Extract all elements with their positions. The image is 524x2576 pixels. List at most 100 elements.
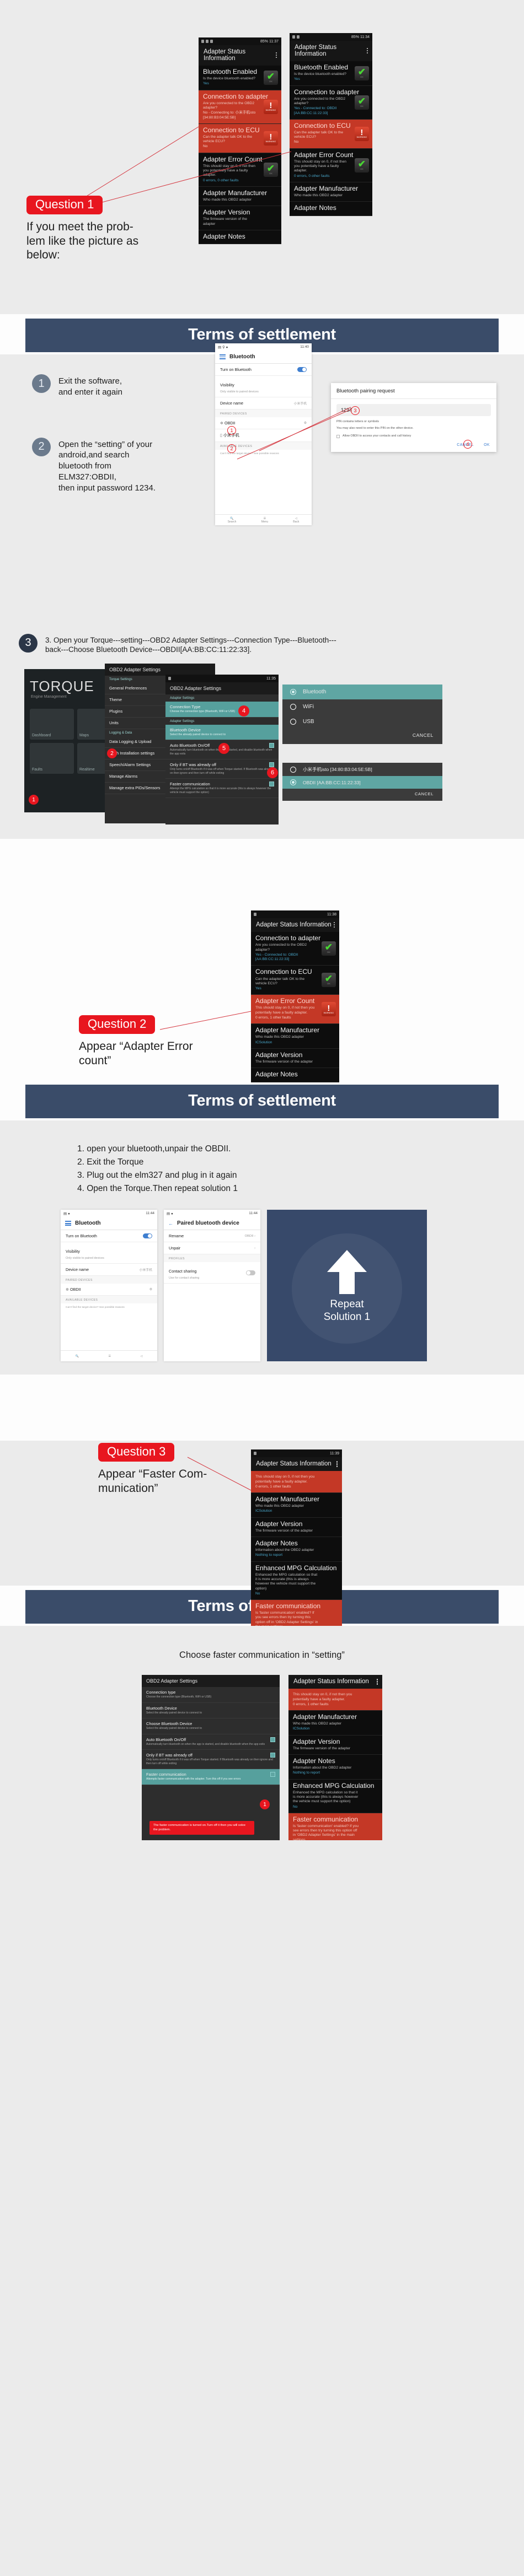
page-title: Adapter Status Information (256, 1461, 331, 1468)
settings-row-faster-comm[interactable]: Faster communication Attempt the MPG cal… (165, 779, 279, 799)
row-value: ICSolution (255, 1040, 272, 1044)
visibility-row[interactable]: Visibility Only visible to paired device… (215, 376, 312, 397)
status-row[interactable]: Adapter Version The firmware version of … (251, 1517, 342, 1538)
nav-menu[interactable]: ☰ Menu (261, 517, 269, 524)
checkbox-icon[interactable] (269, 762, 274, 768)
status-row[interactable]: Enhanced MPG Calculation Enhanced the MP… (288, 1779, 382, 1813)
status-row[interactable]: Connection to adapter Are you connected … (290, 85, 372, 120)
option-phone-device[interactable]: 小米手机isto [34:80:B3:04:5E:5B] (282, 763, 442, 776)
status-row[interactable]: Connection to adapter Are you connected … (251, 932, 339, 966)
status-row[interactable]: Adapter Notes (199, 230, 281, 245)
pin-input[interactable]: 1234 (336, 404, 491, 416)
bluetooth-toggle[interactable] (297, 367, 307, 372)
status-row[interactable]: Adapter Version The firmware version of … (288, 1735, 382, 1755)
settings-row[interactable]: Auto Bluetooth On/Off Automatically turn… (142, 1734, 280, 1750)
overflow-menu-icon[interactable] (366, 47, 368, 54)
settings-row[interactable]: Connection type Choose the connection ty… (142, 1687, 280, 1703)
radio-icon[interactable] (290, 719, 296, 725)
status-row[interactable]: This should stay on 0, if not then you p… (251, 1471, 342, 1493)
status-row[interactable]: Connection to ECU Can the adapter talk O… (290, 119, 372, 149)
rename-row[interactable]: Rename OBDII › (164, 1230, 260, 1243)
status-row[interactable]: Bluetooth Enabled Is the device bluetoot… (290, 61, 372, 86)
status-row[interactable]: Connection to ECU Can the adapter talk O… (251, 966, 339, 995)
settings-row[interactable]: Only if BT was already off Only turns on… (142, 1750, 280, 1770)
settings-row-only-if-off[interactable]: Only if BT was already off Only turns on… (165, 759, 279, 779)
hamburger-icon[interactable] (65, 1221, 71, 1226)
tile-faults[interactable]: Faults (30, 743, 74, 774)
contact-sharing-toggle[interactable] (246, 1270, 255, 1275)
status-row-faster-comm[interactable]: Faster communication Is 'faster communic… (288, 1813, 382, 1841)
hamburger-icon[interactable] (220, 354, 226, 359)
ok-button[interactable]: OK (484, 443, 490, 447)
device-name-row[interactable]: Device name 小米手机 (215, 397, 312, 409)
status-row[interactable]: Connection to ECU Can the adapter talk O… (199, 123, 281, 153)
status-row[interactable]: Bluetooth Enabled Is the device bluetoot… (199, 66, 281, 90)
status-row-adapter-error[interactable]: Adapter Error Count This should stay on … (251, 995, 339, 1025)
status-row[interactable]: Adapter Version The firmware version of … (251, 1048, 339, 1069)
settings-gear-icon[interactable]: ⚙ (304, 422, 307, 425)
status-row[interactable]: Adapter Notes (290, 202, 372, 217)
option-bluetooth[interactable]: Bluetooth (282, 685, 442, 700)
radio-icon[interactable] (290, 779, 296, 786)
status-row[interactable]: Adapter Version The firmware version of … (199, 206, 281, 230)
checkbox-icon[interactable] (336, 435, 340, 439)
step-1: 1 Exit the software, and enter it again (32, 374, 181, 398)
status-row[interactable]: Adapter Manufacturer Who made this OBD2 … (199, 186, 281, 207)
option-wifi[interactable]: WiFi (282, 699, 442, 714)
device-name-row[interactable]: Device name 小米手机 (61, 1264, 157, 1276)
settings-row[interactable]: Choose Bluetooth Device Select the alrea… (142, 1718, 280, 1734)
cancel-button[interactable]: CANCEL (282, 789, 442, 801)
nav-back[interactable]: ◁ (140, 1355, 142, 1358)
checkbox-icon[interactable] (270, 1753, 275, 1758)
contact-sharing-row[interactable]: Contact sharing Use for contact sharing (164, 1262, 260, 1284)
status-row[interactable]: Adapter Manufacturer Who made this OBD2 … (251, 1024, 339, 1049)
back-arrow-icon[interactable]: ← (168, 1221, 173, 1226)
status-row[interactable]: Connection to adapter Are you connected … (199, 90, 281, 124)
nav-menu[interactable]: ☰ (108, 1355, 110, 1358)
status-row[interactable]: Adapter Notes Information about the OBD2… (251, 1537, 342, 1562)
status-row[interactable]: Adapter Notes (251, 1068, 339, 1083)
checkbox-icon[interactable] (269, 743, 274, 748)
status-row[interactable]: Adapter Error Count This should stay on … (199, 153, 281, 187)
allow-contacts-checkbox-row[interactable]: Allow OBDII to access your contacts and … (331, 432, 496, 439)
status-row[interactable]: Adapter Error Count This should stay on … (290, 148, 372, 182)
bluetooth-toggle[interactable] (143, 1233, 152, 1239)
settings-row-faster-comm[interactable]: Faster communication Attempts faster com… (142, 1769, 280, 1785)
nav-back[interactable]: ◁ Back (293, 517, 299, 524)
settings-row-bluetooth-device[interactable]: Bluetooth Device Select the already pair… (165, 724, 279, 741)
status-row[interactable]: Adapter Manufacturer Who made this OBD2 … (251, 1492, 342, 1518)
checkbox-icon[interactable] (270, 1737, 275, 1742)
option-obdii-device[interactable]: OBDII [AA:BB:CC:11:22:33] (282, 776, 442, 789)
overflow-menu-icon[interactable] (336, 1461, 338, 1467)
radio-icon[interactable] (290, 689, 296, 696)
paired-device-obdii[interactable]: ✲ OBDII ⚙ (61, 1284, 157, 1296)
status-row[interactable]: Adapter Manufacturer Who made this OBD2 … (290, 182, 372, 202)
checkbox-icon[interactable] (269, 782, 274, 787)
status-icons-right: 85% 11:34 (351, 35, 370, 39)
status-row[interactable]: Adapter Notes Information about the OBD2… (288, 1755, 382, 1780)
settings-row[interactable]: Bluetooth Device Select the already pair… (142, 1703, 280, 1719)
visibility-row[interactable]: Visibility Only visible to paired device… (61, 1242, 157, 1264)
section-question-1: 85% 11:37 Adapter Status Information Blu… (0, 0, 524, 314)
nav-search[interactable]: 🔍 (76, 1355, 79, 1358)
radio-icon[interactable] (290, 704, 296, 710)
tile-label: Realtime (79, 768, 95, 772)
repeat-line: Solution 1 (323, 1311, 371, 1323)
unpair-row[interactable]: Unpair › (164, 1242, 260, 1255)
nav-search[interactable]: 🔍 Search (228, 517, 237, 524)
turn-on-bluetooth-row[interactable]: Turn on Bluetooth (215, 364, 312, 376)
checkbox-icon[interactable] (270, 1772, 275, 1777)
option-usb[interactable]: USB (282, 714, 442, 729)
status-row[interactable]: Enhanced MPG Calculation Enhanced the MP… (251, 1561, 342, 1600)
overflow-menu-icon[interactable] (275, 52, 277, 58)
status-row[interactable]: Adapter Manufacturer Who made this OBD2 … (288, 1710, 382, 1736)
settings-row-connection-type[interactable]: Connection Type Choose the connection ty… (165, 702, 279, 718)
cancel-button[interactable]: CANCEL (282, 729, 442, 744)
settings-gear-icon[interactable]: ⚙ (149, 1288, 152, 1291)
overflow-menu-icon[interactable] (333, 921, 335, 928)
tile-dashboard[interactable]: Dashboard (30, 709, 74, 740)
overflow-menu-icon[interactable] (376, 1679, 378, 1685)
radio-icon[interactable] (290, 766, 296, 773)
status-row[interactable]: This should stay on 0, if not then you p… (288, 1689, 382, 1711)
turn-on-bluetooth-row[interactable]: Turn on Bluetooth (61, 1230, 157, 1243)
